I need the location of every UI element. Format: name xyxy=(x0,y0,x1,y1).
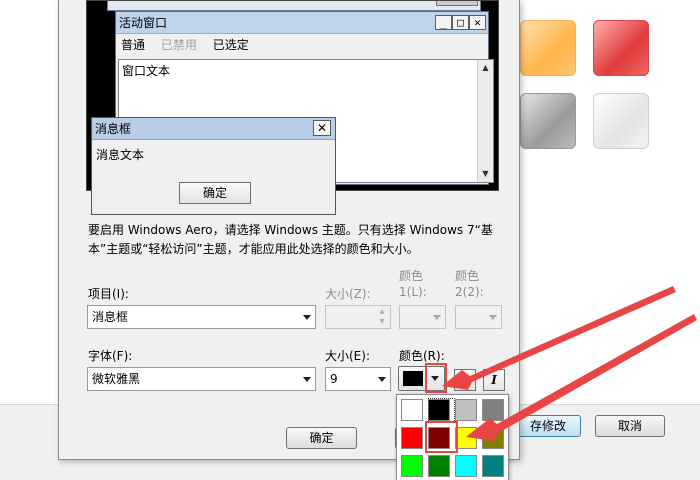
save-changes-button[interactable]: 存修改 xyxy=(515,415,581,437)
item-color2-picker[interactable] xyxy=(455,305,502,329)
item-select-value: 消息框 xyxy=(92,310,129,324)
preview-message-ok-button[interactable]: 确定 xyxy=(179,182,251,204)
color-scheme-orange-swatch[interactable] xyxy=(520,20,576,76)
ok-button[interactable]: 确定 xyxy=(286,427,357,449)
preview-menu-bar[interactable]: 普通 已禁用 已选定 xyxy=(116,34,488,56)
font-color-label: 颜色(R): xyxy=(399,349,445,363)
spinner-arrows-icon: ▲ ▼ xyxy=(379,308,385,325)
background-cancel-button[interactable]: 取消 xyxy=(595,415,665,437)
chevron-down-icon xyxy=(378,377,386,382)
palette-color-cell[interactable] xyxy=(482,427,504,449)
item-size-spinner[interactable]: ▲ ▼ xyxy=(325,305,391,329)
palette-color-cell[interactable] xyxy=(455,427,477,449)
item-color2-label-top: 颜色 xyxy=(455,269,480,283)
preview-message-title: 消息框 xyxy=(95,122,132,136)
close-icon: ✕ xyxy=(313,120,331,136)
font-color-swatch xyxy=(403,371,423,386)
palette-color-cell[interactable] xyxy=(482,399,504,421)
preview-inactive-window-buttons xyxy=(436,1,478,6)
font-select-value: 微软雅黑 xyxy=(92,372,141,386)
preview-active-title-bar[interactable]: 活动窗口 _ □ ✕ xyxy=(116,12,488,34)
palette-color-cell[interactable] xyxy=(482,455,504,477)
dropdown-highlight-box xyxy=(425,363,447,393)
palette-color-cell[interactable] xyxy=(401,427,423,449)
palette-color-cell[interactable] xyxy=(401,455,423,477)
preview-window-text: 窗口文本 xyxy=(122,64,171,78)
item-size-label: 大小(Z): xyxy=(325,287,371,301)
window-color-appearance-dialog: 活动窗口 _ □ ✕ 普通 已禁用 已选定 窗口文本 ▲ ▼ 消息框 ✕ 消息文… xyxy=(58,0,520,460)
chevron-down-icon xyxy=(303,315,311,320)
color-scheme-white-swatch[interactable] xyxy=(593,93,649,149)
preview-menu-disabled[interactable]: 已禁用 xyxy=(161,38,197,52)
maximize-icon: □ xyxy=(452,15,469,30)
close-icon: ✕ xyxy=(469,15,486,30)
palette-color-cell[interactable] xyxy=(455,399,477,421)
palette-selected-highlight xyxy=(425,421,458,453)
italic-button[interactable]: I xyxy=(483,369,505,391)
color-scheme-gray-swatch[interactable] xyxy=(520,93,576,149)
item-color1-picker[interactable] xyxy=(399,305,446,329)
item-color2-label-bottom: 2(2): xyxy=(455,285,484,299)
palette-color-cell[interactable] xyxy=(401,399,423,421)
minimize-icon: _ xyxy=(435,15,452,30)
font-select[interactable]: 微软雅黑 xyxy=(87,367,316,391)
preview-message-text: 消息文本 xyxy=(96,148,145,162)
chevron-down-icon xyxy=(489,315,497,320)
scroll-down-icon: ▼ xyxy=(482,169,489,178)
aero-info-text: 要启用 Windows Aero，请选择 Windows 主题。只有选择 Win… xyxy=(88,223,493,256)
chevron-down-icon xyxy=(433,315,441,320)
palette-focus-outline xyxy=(428,398,455,423)
preview-menu-normal[interactable]: 普通 xyxy=(121,38,145,52)
font-size-value: 9 xyxy=(330,372,338,386)
font-label: 字体(F): xyxy=(88,349,133,363)
preview-message-title-bar[interactable]: 消息框 ✕ xyxy=(92,118,335,140)
palette-color-cell[interactable] xyxy=(428,455,450,477)
preview-menu-selected[interactable]: 已选定 xyxy=(213,38,249,52)
preview-active-title: 活动窗口 xyxy=(119,16,168,30)
preview-message-box[interactable]: 消息框 ✕ 消息文本 确定 xyxy=(91,117,336,215)
font-size-select[interactable]: 9 xyxy=(325,367,391,391)
palette-color-cell[interactable] xyxy=(455,455,477,477)
item-color1-label-top: 颜色 xyxy=(399,269,424,283)
item-color1-label-bottom: 1(L): xyxy=(399,285,427,299)
item-select[interactable]: 消息框 xyxy=(87,305,316,329)
chevron-down-icon xyxy=(303,377,311,382)
scroll-up-icon: ▲ xyxy=(482,63,489,72)
color-scheme-red-swatch[interactable] xyxy=(593,20,649,76)
preview-scrollbar[interactable]: ▲ ▼ xyxy=(477,60,493,182)
bold-button[interactable]: B xyxy=(454,369,476,391)
preview-inactive-window xyxy=(107,1,481,11)
font-size-label: 大小(E): xyxy=(325,349,370,363)
item-label: 项目(I): xyxy=(88,287,129,301)
